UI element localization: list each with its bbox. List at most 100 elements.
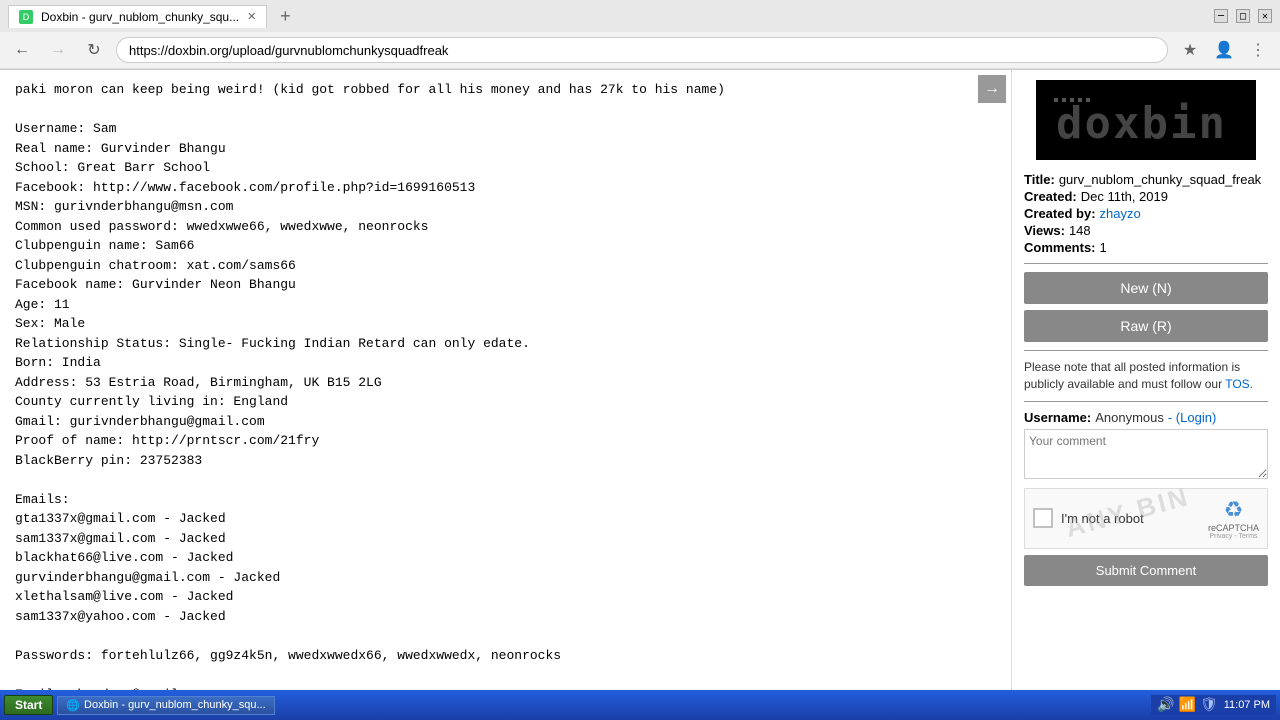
recaptcha-terms: Privacy - Terms [1209, 533, 1257, 540]
content-line: BlackBerry pin: 23752383 [15, 451, 996, 471]
recaptcha-logo: ♻ reCAPTCHA Privacy - Terms [1208, 497, 1259, 540]
profile-button[interactable]: 👤 [1210, 36, 1238, 64]
svg-text:doxbin: doxbin [1056, 98, 1227, 149]
content-line: Age: 11 [15, 295, 996, 315]
meta-createdby-row: Created by: zhayzo [1024, 206, 1268, 221]
login-link[interactable]: - (Login) [1168, 410, 1216, 425]
meta-title-row: Title: gurv_nublom_chunky_squad_freak [1024, 172, 1268, 187]
content-line [15, 626, 996, 646]
doxbin-logo: doxbin [1046, 85, 1246, 155]
recaptcha-checkbox[interactable] [1033, 508, 1053, 528]
active-tab[interactable]: D Doxbin - gurv_nublom_chunky_squ... ✕ [8, 5, 267, 28]
content-line: County currently living in: England [15, 392, 996, 412]
new-button[interactable]: New (N) [1024, 272, 1268, 304]
start-button[interactable]: Start [4, 695, 53, 715]
recaptcha-box[interactable]: I'm not a robot ♻ reCAPTCHA Privacy - Te… [1024, 488, 1268, 549]
tab-bar: D Doxbin - gurv_nublom_chunky_squ... ✕ + [8, 4, 297, 28]
content-line: Passwords: fortehlulz66, gg9z4k5n, wwedx… [15, 646, 996, 666]
comments-value: 1 [1100, 240, 1107, 255]
tos-link[interactable]: TOS. [1225, 377, 1253, 391]
created-label: Created: [1024, 189, 1077, 204]
taskbar: Start 🌐 Doxbin - gurv_nublom_chunky_squ.… [0, 690, 1280, 720]
recaptcha-icon: ♻ [1224, 497, 1244, 523]
systray-volume-icon: 📶 [1179, 697, 1196, 713]
tab-favicon: D [19, 10, 33, 24]
minimize-button[interactable]: ─ [1214, 9, 1228, 23]
title-value: gurv_nublom_chunky_squad_freak [1059, 172, 1261, 187]
content-line: Username: Sam [15, 119, 996, 139]
content-line: gurvinderbhangu@gmail.com - Jacked [15, 568, 996, 588]
created-value: Dec 11th, 2019 [1081, 189, 1168, 204]
comment-textarea[interactable] [1024, 429, 1268, 479]
username-label: Username: [1024, 410, 1091, 425]
clock: 11:07 PM [1224, 699, 1270, 711]
content-line: Email: ohgodsam@gmail.com [15, 685, 996, 691]
recaptcha-label: I'm not a robot [1061, 511, 1200, 526]
content-line: sam1337x@gmail.com - Jacked [15, 529, 996, 549]
scroll-arrow[interactable]: → [978, 75, 1006, 103]
systray-security-icon: 🛡 [1200, 697, 1218, 713]
content-line: Emails: [15, 490, 996, 510]
bookmark-button[interactable]: ★ [1176, 36, 1204, 64]
tos-text: Please note that all posted information … [1024, 360, 1240, 391]
content-line: Clubpenguin chatroom: xat.com/sams66 [15, 256, 996, 276]
main-content: → paki moron can keep being weird! (kid … [0, 70, 1280, 690]
content-line [15, 665, 996, 685]
createdby-link[interactable]: zhayzo [1100, 206, 1141, 221]
recaptcha-container: I'm not a robot ♻ reCAPTCHA Privacy - Te… [1024, 482, 1268, 555]
content-line: Proof of name: http://prntscr.com/21fry [15, 431, 996, 451]
content-line: sam1337x@yahoo.com - Jacked [15, 607, 996, 627]
content-line: Address: 53 Estria Road, Birmingham, UK … [15, 373, 996, 393]
views-value: 148 [1069, 223, 1091, 238]
content-line: Gmail: gurivnderbhangu@gmail.com [15, 412, 996, 432]
address-bar[interactable] [116, 37, 1168, 63]
meta-table: Title: gurv_nublom_chunky_squad_freak Cr… [1024, 172, 1268, 255]
new-tab-button[interactable]: + [273, 4, 297, 28]
content-line: blackhat66@live.com - Jacked [15, 548, 996, 568]
forward-button[interactable]: → [44, 36, 72, 64]
logo-area: doxbin [1024, 80, 1268, 160]
window-controls: ─ □ ✕ [1214, 9, 1272, 23]
divider-1 [1024, 263, 1268, 264]
tab-close-btn[interactable]: ✕ [247, 10, 256, 23]
submit-comment-button[interactable]: Submit Comment [1024, 555, 1268, 586]
title-bar: D Doxbin - gurv_nublom_chunky_squ... ✕ +… [0, 0, 1280, 32]
nav-bar: ← → ↻ ★ 👤 ⋮ [0, 32, 1280, 69]
divider-2 [1024, 350, 1268, 351]
reload-button[interactable]: ↻ [80, 36, 108, 64]
content-line: Facebook: http://www.facebook.com/profil… [15, 178, 996, 198]
taskbar-item-icon: 🌐 [66, 699, 80, 712]
logo-box: doxbin [1036, 80, 1256, 160]
meta-comments-row: Comments: 1 [1024, 240, 1268, 255]
comments-label: Comments: [1024, 240, 1096, 255]
meta-created-row: Created: Dec 11th, 2019 [1024, 189, 1268, 204]
content-line [15, 100, 996, 120]
content-line: Real name: Gurvinder Bhangu [15, 139, 996, 159]
divider-3 [1024, 401, 1268, 402]
content-line: Sex: Male [15, 314, 996, 334]
username-row: Username: Anonymous - (Login) [1024, 410, 1268, 425]
content-line [15, 470, 996, 490]
content-line: Common used password: wwedxwwe66, wwedxw… [15, 217, 996, 237]
maximize-button[interactable]: □ [1236, 9, 1250, 23]
menu-button[interactable]: ⋮ [1244, 36, 1272, 64]
content-line: gta1337x@gmail.com - Jacked [15, 509, 996, 529]
content-line: MSN: gurivnderbhangu@msn.com [15, 197, 996, 217]
content-line: xlethalsam@live.com - Jacked [15, 587, 996, 607]
browser-chrome: D Doxbin - gurv_nublom_chunky_squ... ✕ +… [0, 0, 1280, 70]
taskbar-right: 🔊 📶 🛡 11:07 PM [1151, 695, 1276, 715]
header-line: paki moron can keep being weird! (kid go… [15, 80, 996, 100]
views-label: Views: [1024, 223, 1065, 238]
title-label: Title: [1024, 172, 1055, 187]
back-button[interactable]: ← [8, 36, 36, 64]
text-panel: → paki moron can keep being weird! (kid … [0, 70, 1012, 690]
taskbar-left: Start 🌐 Doxbin - gurv_nublom_chunky_squ.… [4, 695, 275, 715]
raw-button[interactable]: Raw (R) [1024, 310, 1268, 342]
content-line: Born: India [15, 353, 996, 373]
tos-note: Please note that all posted information … [1024, 359, 1268, 393]
taskbar-active-item[interactable]: 🌐 Doxbin - gurv_nublom_chunky_squ... [57, 696, 274, 715]
close-button[interactable]: ✕ [1258, 9, 1272, 23]
content-line: School: Great Barr School [15, 158, 996, 178]
systray-icons: 🔊 📶 🛡 [1157, 697, 1218, 713]
tab-title: Doxbin - gurv_nublom_chunky_squ... [41, 10, 239, 24]
